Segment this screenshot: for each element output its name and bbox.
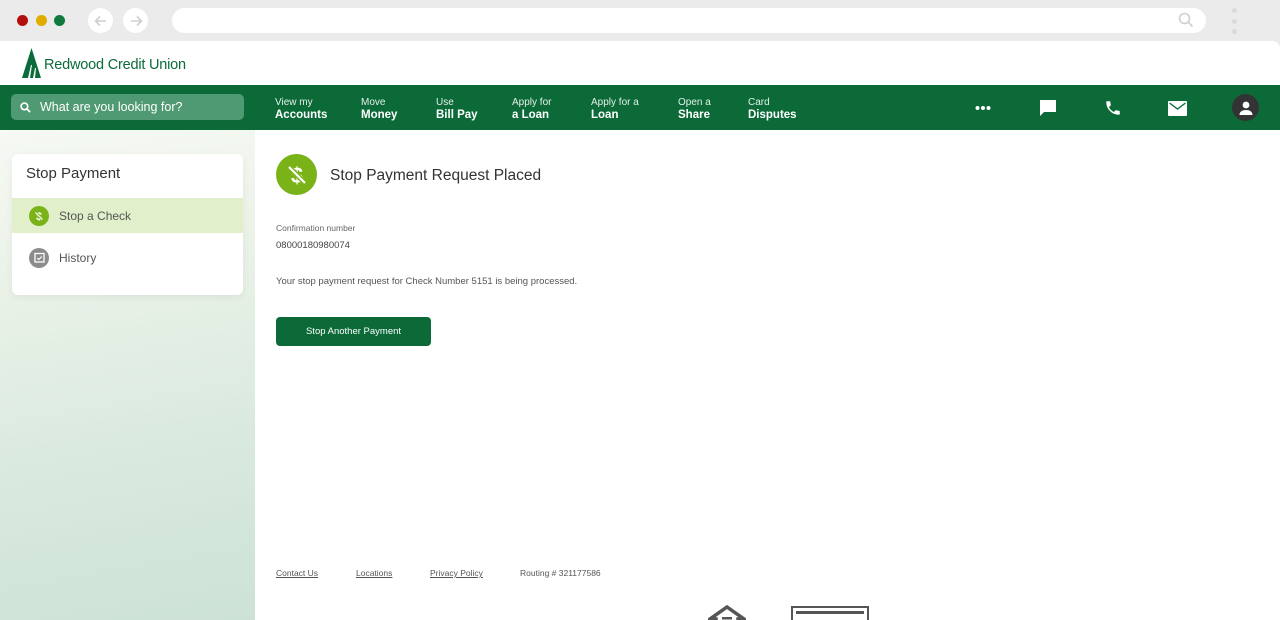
sidebar-item-stop-a-check[interactable]: $ Stop a Check [12, 198, 243, 233]
nav-item-apply-for-a-loan[interactable]: Apply for a Loan [591, 96, 639, 122]
phone-button[interactable] [1102, 97, 1124, 119]
nav-item-label: Loan [591, 109, 619, 121]
nav-item-top-label: Card [748, 97, 770, 108]
confirmation-label: Confirmation number [276, 223, 356, 233]
brand-name: Redwood Credit Union [44, 57, 186, 73]
routing-number: Routing # 321177586 [520, 568, 601, 578]
browser-chrome [0, 0, 1280, 41]
window-minimize-button[interactable] [36, 15, 47, 26]
nav-item-top-label: Use [436, 97, 454, 108]
sidebar-item-label: Stop a Check [59, 208, 132, 223]
more-button[interactable] [972, 97, 994, 119]
nav-item-label: Disputes [748, 109, 797, 121]
more-icon [975, 106, 991, 110]
sidebar-item-label: History [59, 250, 97, 265]
nav-item-move-money[interactable]: Move Money [361, 96, 397, 122]
sidebar: Stop Payment $ Stop a Check History [0, 130, 255, 620]
sidebar-card: Stop Payment $ Stop a Check History [12, 154, 243, 295]
stop-payment-status-icon: $ [276, 154, 317, 195]
sidebar-item-history[interactable]: History [12, 240, 243, 275]
footer-link-privacy-policy[interactable]: Privacy Policy [430, 568, 483, 578]
nav-item-card-disputes[interactable]: Card Disputes [748, 96, 797, 122]
page-title: Stop Payment Request Placed [330, 167, 542, 184]
profile-icon [1239, 101, 1252, 115]
stop-another-payment-button[interactable]: Stop Another Payment [276, 317, 431, 346]
status-message: Your stop payment request for Check Numb… [276, 276, 578, 287]
nav-item-accounts[interactable]: View my Accounts [275, 96, 327, 122]
chat-button[interactable] [1037, 97, 1059, 119]
phone-icon [1106, 101, 1120, 115]
site-search-input[interactable]: What are you looking for? [11, 94, 244, 120]
arrow-left-icon [93, 15, 106, 26]
main-content: $ Stop Payment Request Placed Confirmati… [255, 130, 1280, 620]
back-button[interactable] [88, 8, 113, 33]
search-icon [1178, 12, 1194, 28]
browser-menu-button[interactable] [1230, 8, 1238, 34]
nav-item-label: Share [678, 109, 710, 121]
nav-item-top-label: Move [361, 97, 386, 108]
page: Redwood Credit Union What are you lookin… [0, 41, 1280, 620]
nav-item-label: a Loan [512, 109, 550, 121]
footer-link-contact-us[interactable]: Contact Us [276, 568, 318, 578]
nav-item-apply-loan[interactable]: Apply for a Loan [512, 96, 551, 122]
equal-housing-lender-icon [708, 605, 746, 620]
search-icon [20, 101, 31, 113]
nav-item-bill-pay[interactable]: Use Bill Pay [436, 96, 478, 122]
chat-icon [1040, 100, 1056, 116]
nav-item-top-label: Apply for [512, 97, 552, 108]
window-maximize-button[interactable] [54, 15, 65, 26]
profile-button[interactable] [1232, 94, 1259, 121]
confirmation-number: 08000180980074 [276, 240, 350, 251]
search-placeholder: What are you looking for? [40, 100, 183, 114]
nav-item-open-share[interactable]: Open a Share [678, 96, 711, 122]
arrow-right-icon [130, 15, 143, 26]
history-icon [29, 247, 49, 268]
logo-bar: Redwood Credit Union [0, 41, 1280, 85]
brand-logo[interactable]: Redwood Credit Union [22, 48, 186, 78]
footer-link-locations[interactable]: Locations [356, 568, 392, 578]
forward-button[interactable] [123, 8, 148, 33]
tree-logo-icon [22, 48, 41, 78]
nav-item-label: Bill Pay [436, 109, 478, 121]
nav-item-top-label: Open a [678, 97, 711, 108]
ncua-badge-icon [791, 606, 869, 620]
nav-item-label: Accounts [275, 109, 328, 121]
main-nav: What are you looking for? View my Accoun… [0, 85, 1280, 130]
sidebar-title: Stop Payment [26, 165, 121, 182]
nav-item-label: Money [361, 109, 398, 121]
window-close-button[interactable] [17, 15, 28, 26]
mail-button[interactable] [1166, 97, 1188, 119]
address-bar[interactable] [172, 8, 1206, 33]
nav-item-top-label: View my [275, 97, 313, 108]
mail-icon [1167, 100, 1187, 116]
stop-dollar-icon: $ [29, 205, 49, 226]
nav-item-top-label: Apply for a [591, 97, 639, 108]
